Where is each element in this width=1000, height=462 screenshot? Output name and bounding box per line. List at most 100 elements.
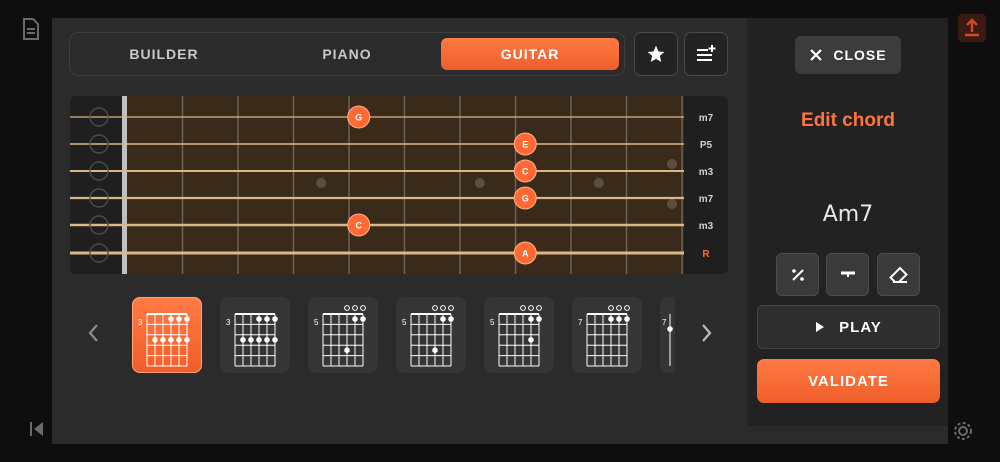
open-string-mark xyxy=(360,305,366,311)
open-string-mark xyxy=(440,305,446,311)
diagram-fret-label: 5 xyxy=(314,318,319,327)
diagram-dot xyxy=(168,337,174,343)
diagram-dot xyxy=(616,316,622,322)
diagram-dot xyxy=(152,337,158,343)
upload-icon[interactable] xyxy=(958,14,986,42)
fret-marker xyxy=(474,178,485,188)
validate-button[interactable]: VALIDATE xyxy=(757,359,940,403)
chord-diagram[interactable]: 5 xyxy=(484,297,554,373)
chord-diagram[interactable]: 7 xyxy=(660,297,675,373)
diagram-dot xyxy=(240,337,246,343)
open-string-mark xyxy=(432,305,438,311)
note-label: A xyxy=(522,249,529,259)
play-label: PLAY xyxy=(839,318,882,336)
skip-previous-icon[interactable] xyxy=(28,420,46,443)
open-string-mark xyxy=(344,305,350,311)
chord-diagram[interactable]: 5 xyxy=(396,297,466,373)
chord-diagram-grid: 3 xyxy=(226,313,278,367)
diagram-dot xyxy=(432,347,438,353)
underscore-icon xyxy=(840,271,855,277)
open-string-mark xyxy=(520,305,526,311)
diagram-dot xyxy=(344,347,350,353)
chord-diagram[interactable]: 3 xyxy=(220,297,290,373)
chord-diagram-grid: 7 xyxy=(662,314,673,366)
open-string-mark xyxy=(608,305,614,311)
tab-piano[interactable]: PIANO xyxy=(258,38,436,70)
diagram-fret-label: 5 xyxy=(490,318,495,327)
validate-label: VALIDATE xyxy=(808,372,889,390)
diagram-dot xyxy=(256,316,262,322)
chord-diagram[interactable]: 7 xyxy=(572,297,642,373)
tie-button[interactable] xyxy=(826,253,869,296)
chord-diagram-grid: 5 xyxy=(490,305,542,367)
fret-marker xyxy=(316,178,327,188)
eraser-button[interactable] xyxy=(877,253,920,296)
diagram-dot xyxy=(667,326,673,332)
diagram-dot xyxy=(176,337,182,343)
fret-marker xyxy=(667,199,677,209)
diagram-dot xyxy=(536,316,542,322)
interval-label: m7 xyxy=(699,113,714,124)
guitar-fretboard[interactable]: m7 P5 m3 m7 m3 R G E C G C A xyxy=(70,96,728,274)
percent-button[interactable] xyxy=(776,253,819,296)
open-string-mark xyxy=(624,305,630,311)
diagram-fret-label: 7 xyxy=(662,318,667,327)
diagram-dot xyxy=(448,316,454,322)
chord-diagram[interactable]: 3 xyxy=(132,297,202,373)
diagram-dot xyxy=(184,316,190,322)
interval-label: m3 xyxy=(699,167,714,178)
diagram-fret-label: 5 xyxy=(402,318,407,327)
note-label: G xyxy=(522,194,529,204)
diagram-fret-label: 7 xyxy=(578,318,583,327)
panel-title: Edit chord xyxy=(801,110,895,131)
document-icon[interactable] xyxy=(22,18,40,45)
close-label: CLOSE xyxy=(833,47,887,63)
gear-icon[interactable] xyxy=(952,420,974,447)
fret-marker xyxy=(667,159,677,169)
diagram-dot xyxy=(248,337,254,343)
carousel-prev-button[interactable] xyxy=(86,320,100,351)
diagram-dot xyxy=(440,316,446,322)
play-button[interactable]: PLAY xyxy=(757,305,940,349)
note-label: C xyxy=(356,221,363,231)
tab-guitar[interactable]: GUITAR xyxy=(441,38,619,70)
note-label: E xyxy=(522,140,528,150)
diagram-dot xyxy=(352,316,358,322)
close-icon xyxy=(810,49,823,61)
close-button[interactable]: CLOSE xyxy=(795,36,901,74)
instrument-tabs: BUILDER PIANO GUITAR xyxy=(69,32,625,76)
diagram-dot xyxy=(528,316,534,322)
open-string-mark xyxy=(528,305,534,311)
diagram-dot xyxy=(624,316,630,322)
tab-builder[interactable]: BUILDER xyxy=(75,38,253,70)
diagram-dot xyxy=(160,337,166,343)
chord-diagram-grid: 5 xyxy=(402,305,454,367)
nut xyxy=(122,96,127,274)
diagram-dot xyxy=(264,316,270,322)
diagram-dot xyxy=(168,316,174,322)
interval-label: m3 xyxy=(699,221,714,232)
note-label: G xyxy=(355,113,362,123)
fret-marker xyxy=(593,178,604,188)
chord-name: Am7 xyxy=(822,202,874,227)
diagram-dot xyxy=(528,337,534,343)
open-string-mark xyxy=(536,305,542,311)
diagram-dot xyxy=(184,337,190,343)
diagram-dot xyxy=(360,316,366,322)
open-string-mark xyxy=(352,305,358,311)
interval-label: R xyxy=(702,249,710,260)
interval-label: m7 xyxy=(699,194,714,205)
favorite-button[interactable] xyxy=(634,32,678,76)
diagram-dot xyxy=(272,316,278,322)
add-to-list-button[interactable] xyxy=(684,32,728,76)
open-string-mark xyxy=(616,305,622,311)
diagram-dot xyxy=(176,316,182,322)
chord-diagram-grid: 7 xyxy=(578,305,630,367)
star-icon xyxy=(647,45,665,62)
interval-label: P5 xyxy=(700,140,713,151)
chord-diagram[interactable]: 5 xyxy=(308,297,378,373)
diagram-fret-label: 3 xyxy=(226,318,231,327)
chord-diagram-grid: 3 xyxy=(138,313,190,367)
chord-diagram-grid: 5 xyxy=(314,305,366,367)
carousel-next-button[interactable] xyxy=(700,320,714,351)
